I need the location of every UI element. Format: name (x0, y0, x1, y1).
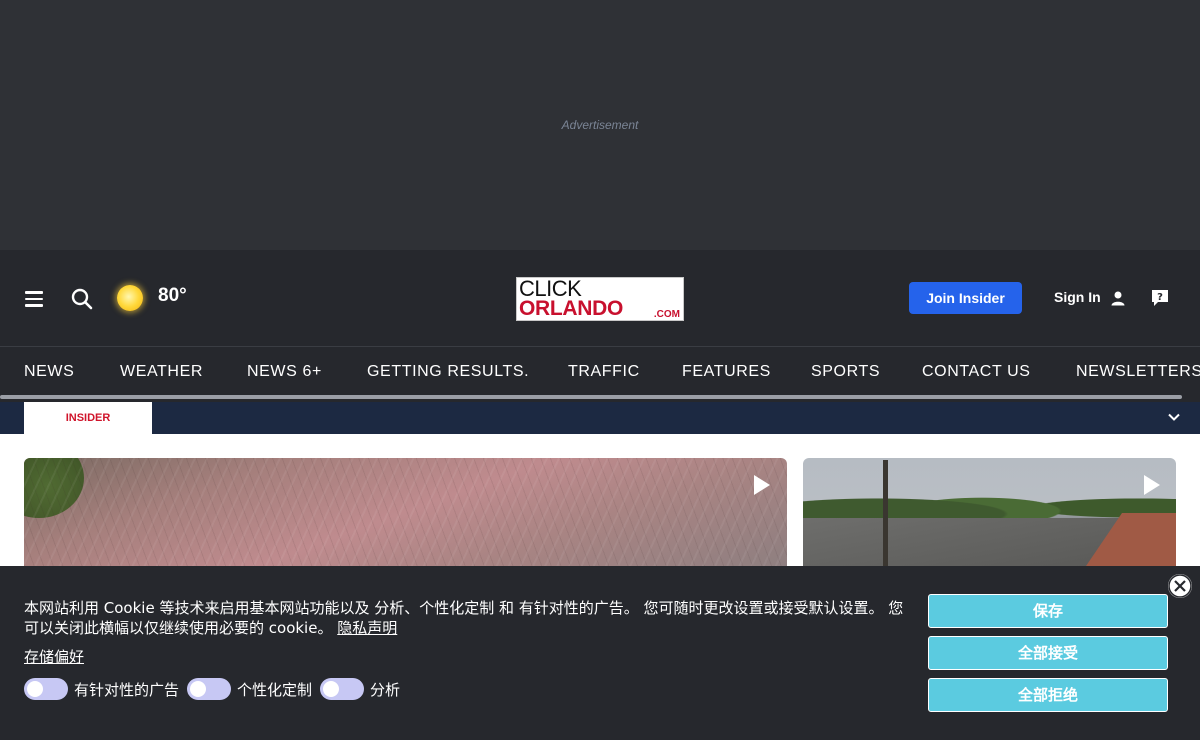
analytics-label: 分析 (370, 680, 401, 699)
card-image-texture (24, 458, 787, 566)
video-card-main[interactable] (24, 458, 787, 566)
nav-item-traffic[interactable]: TRAFFIC (568, 363, 640, 381)
nav-item-getting-results[interactable]: GETTING RESULTS. (367, 363, 529, 381)
cookie-message-text: 本网站利用 Cookie 等技术来启用基本网站功能以及 分析、个性化定制 和 有… (24, 599, 904, 637)
logo-com-text: .COM (653, 309, 680, 320)
consent-toggles: 有针对性的广告 个性化定制 分析 (24, 678, 408, 700)
nav-scrollbar[interactable] (0, 395, 1182, 399)
accept-all-button[interactable]: 全部接受 (928, 636, 1168, 670)
cookie-message: 本网站利用 Cookie 等技术来启用基本网站功能以及 分析、个性化定制 和 有… (24, 598, 909, 638)
site-header: 80° CLICK ORLANDO .COM Join Insider Sign… (0, 250, 1200, 346)
personalization-toggle[interactable] (187, 678, 232, 700)
svg-text:?: ? (1157, 292, 1163, 303)
video-card-secondary[interactable] (803, 458, 1176, 566)
nav-item-newsletters[interactable]: NEWSLETTERS (1076, 363, 1200, 381)
advertisement-label: Advertisement (561, 118, 639, 132)
nav-item-sports[interactable]: SPORTS (811, 363, 880, 381)
nav-item-news6plus[interactable]: NEWS 6+ (247, 363, 322, 381)
temperature[interactable]: 80° (158, 285, 187, 307)
nav-item-weather[interactable]: WEATHER (120, 363, 203, 381)
insider-bar: INSIDER (0, 402, 1200, 434)
main-navigation: NEWS WEATHER NEWS 6+ GETTING RESULTS. TR… (0, 346, 1200, 402)
user-icon[interactable] (1110, 290, 1126, 306)
save-button[interactable]: 保存 (928, 594, 1168, 628)
insider-tab[interactable]: INSIDER (24, 402, 152, 434)
advertisement-area: Advertisement (0, 0, 1200, 250)
logo-orlando-text: ORLANDO (519, 297, 624, 320)
nav-item-features[interactable]: FEATURES (682, 363, 771, 381)
play-icon[interactable] (1140, 474, 1162, 496)
cookie-banner: 本网站利用 Cookie 等技术来启用基本网站功能以及 分析、个性化定制 和 有… (0, 566, 1200, 740)
reject-all-button[interactable]: 全部拒绝 (928, 678, 1168, 712)
play-icon[interactable] (750, 474, 772, 496)
storage-preferences-link[interactable]: 存储偏好 (24, 646, 84, 667)
chevron-down-icon[interactable] (1167, 410, 1181, 424)
join-insider-button[interactable]: Join Insider (909, 282, 1022, 314)
site-logo[interactable]: CLICK ORLANDO .COM (516, 277, 684, 321)
card-image-pole (883, 460, 888, 566)
sign-in-link[interactable]: Sign In (1054, 289, 1101, 305)
menu-icon[interactable] (25, 291, 43, 307)
targeted-ads-label: 有针对性的广告 (74, 680, 180, 699)
nav-item-contact-us[interactable]: CONTACT US (922, 363, 1031, 381)
feedback-icon[interactable]: ? (1151, 289, 1169, 307)
targeted-ads-toggle[interactable] (24, 678, 68, 700)
privacy-notice-link[interactable]: 隐私声明 (337, 619, 397, 637)
analytics-toggle[interactable] (320, 678, 365, 700)
search-icon[interactable] (70, 287, 94, 311)
personalization-label: 个性化定制 (237, 680, 313, 699)
sun-icon (117, 285, 143, 311)
close-icon[interactable] (1168, 574, 1192, 598)
nav-item-news[interactable]: NEWS (24, 363, 74, 381)
